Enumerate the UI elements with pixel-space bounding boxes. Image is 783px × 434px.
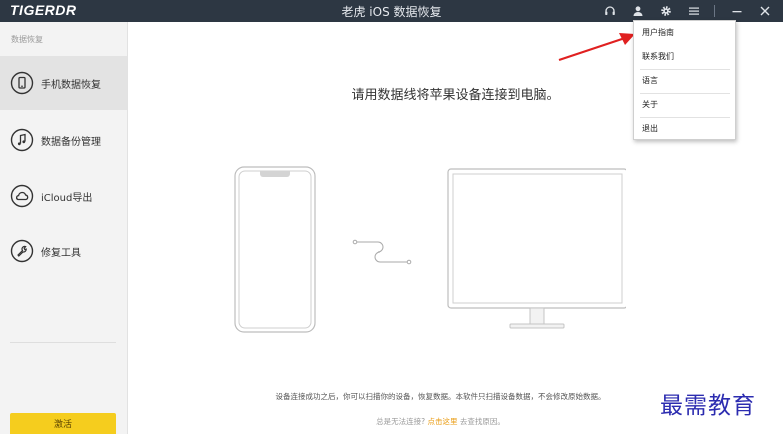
watermark: 最需教育 — [660, 393, 756, 419]
phone-icon — [10, 71, 34, 95]
sidebar-item-repair-tools[interactable]: 修复工具 — [0, 224, 127, 278]
annotation-arrow — [558, 33, 635, 62]
sidebar-item-label: 数据备份管理 — [41, 136, 101, 148]
user-icon[interactable] — [628, 0, 648, 22]
menu-item-language[interactable]: 语言 — [635, 69, 734, 93]
sidebar-divider — [10, 342, 116, 343]
help-suffix: 去查找原因。 — [459, 417, 505, 426]
title-bar: TIGERDR 老虎 iOS 数据恢复 — [0, 0, 783, 22]
wrench-icon — [10, 239, 34, 263]
music-note-icon — [10, 128, 34, 152]
sidebar-item-label: iCloud导出 — [41, 192, 93, 204]
menu-item-about[interactable]: 关于 — [635, 93, 734, 117]
cloud-icon — [10, 184, 34, 208]
titlebar-separator — [714, 5, 715, 17]
close-icon[interactable] — [755, 0, 775, 22]
help-prefix: 总是无法连接? — [376, 417, 426, 426]
menu-item-user-guide[interactable]: 用户指南 — [635, 21, 734, 45]
sidebar-item-label: 手机数据恢复 — [41, 79, 101, 91]
cable-illustration — [352, 239, 412, 265]
app-logo: TIGERDR — [10, 2, 77, 18]
monitor-illustration — [447, 168, 626, 329]
headset-icon[interactable] — [600, 0, 620, 22]
sidebar-item-icloud-export[interactable]: iCloud导出 — [0, 169, 127, 223]
sidebar: 数据恢复 手机数据恢复 数据备份管理 iCloud导出 修复工具 激活 — [0, 22, 128, 434]
minimize-icon[interactable] — [727, 0, 747, 22]
sidebar-heading: 数据恢复 — [11, 35, 43, 44]
activate-button[interactable]: 激活 — [10, 413, 116, 434]
menu-item-exit[interactable]: 退出 — [635, 117, 734, 141]
sidebar-item-backup-management[interactable]: 数据备份管理 — [0, 113, 127, 167]
titlebar-controls — [592, 0, 783, 22]
phone-illustration — [234, 166, 316, 333]
help-link[interactable]: 点击这里 — [427, 417, 457, 426]
device-connection-illustration — [234, 166, 626, 333]
settings-dropdown-menu: 用户指南 联系我们 语言 关于 退出 — [633, 20, 736, 140]
gear-icon[interactable] — [656, 0, 676, 22]
sidebar-item-label: 修复工具 — [41, 247, 81, 259]
menu-icon[interactable] — [684, 0, 704, 22]
sidebar-item-phone-recovery[interactable]: 手机数据恢复 — [0, 56, 127, 110]
menu-item-contact-us[interactable]: 联系我们 — [635, 45, 734, 69]
